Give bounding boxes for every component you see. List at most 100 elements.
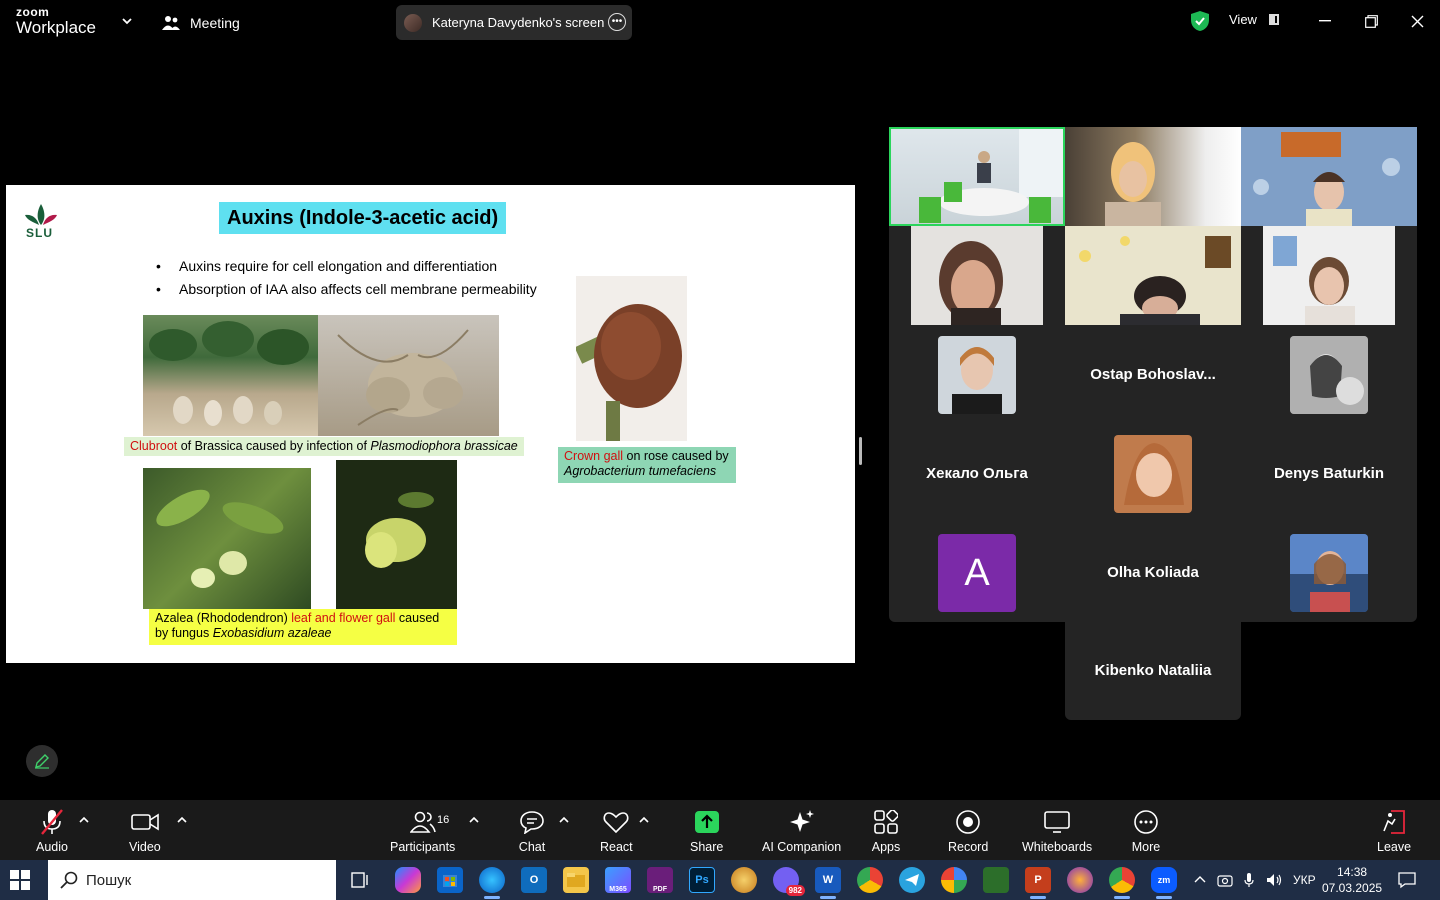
chevron-up-icon[interactable] — [638, 814, 650, 826]
azalea-photo-left — [143, 468, 311, 609]
notification-badge: 982 — [785, 885, 805, 896]
more-label: More — [1131, 840, 1161, 854]
video-tile-active-speaker[interactable] — [889, 127, 1065, 226]
chat-label: Chat — [518, 840, 546, 854]
apps-icon — [874, 810, 898, 834]
participant-tile[interactable]: Ostap Bohoslav... — [1065, 325, 1241, 424]
gall-leaf-illustration — [365, 492, 434, 568]
avatar — [404, 13, 422, 32]
camera-tray-icon[interactable] — [1217, 873, 1233, 887]
video-button[interactable]: Video — [129, 808, 161, 854]
participant-tile[interactable]: Denys Baturkin — [1241, 424, 1417, 523]
more-options-icon[interactable]: ••• — [608, 13, 626, 31]
firefox-icon[interactable] — [1067, 867, 1093, 893]
video-tile[interactable] — [1263, 226, 1395, 325]
chrome-profile-icon[interactable] — [857, 867, 883, 893]
word-icon[interactable]: W — [815, 867, 841, 899]
whiteboards-button[interactable]: Whiteboards — [1022, 808, 1092, 854]
viber-icon[interactable]: 982 — [773, 867, 805, 896]
zoom-app-icon[interactable]: zm — [1151, 867, 1177, 899]
pdf-app-icon[interactable]: PDF — [647, 867, 673, 893]
camera-app-icon[interactable] — [731, 867, 757, 893]
participant-name: Ostap Bohoslav... — [1090, 366, 1216, 383]
windows-start-icon[interactable] — [10, 870, 30, 890]
telegram-icon[interactable] — [899, 867, 925, 893]
meeting-label: Meeting — [190, 15, 240, 31]
chevron-up-icon[interactable] — [78, 814, 90, 826]
chevron-up-icon[interactable] — [176, 814, 188, 826]
video-camera-icon — [131, 813, 159, 831]
screen-share-pill[interactable]: Kateryna Davydenko's screen ••• — [396, 5, 632, 40]
video-tile[interactable] — [1241, 127, 1417, 226]
ai-companion-button[interactable]: AI Companion — [762, 808, 841, 854]
zoom-logo[interactable]: zoom Workplace — [16, 6, 96, 36]
participant-photo[interactable] — [1114, 435, 1192, 513]
m365-copilot-icon[interactable]: M365 — [605, 867, 631, 893]
task-view-icon[interactable] — [348, 867, 374, 893]
ps-label: Ps — [695, 874, 709, 886]
video-tile[interactable] — [1065, 127, 1241, 226]
microphone-icon[interactable] — [1243, 872, 1255, 888]
restore-button[interactable] — [1359, 10, 1383, 32]
record-button[interactable]: Record — [948, 808, 988, 854]
minimize-button[interactable] — [1313, 10, 1337, 32]
leave-button[interactable]: Leave — [1377, 808, 1411, 854]
google-icon[interactable] — [941, 867, 967, 893]
caption-text: Azalea (Rhododendron) — [155, 611, 292, 625]
close-button[interactable] — [1405, 10, 1429, 32]
store-icon[interactable] — [437, 867, 463, 893]
video-tile[interactable] — [1065, 226, 1241, 325]
share-label: Share — [690, 840, 724, 854]
chevron-up-icon[interactable] — [468, 814, 480, 826]
audio-button[interactable]: Audio — [36, 808, 68, 854]
participant-tile[interactable]: Olha Koliada — [1065, 523, 1241, 622]
people-icon — [162, 16, 180, 30]
shield-icon[interactable] — [1190, 10, 1210, 32]
participant-photo[interactable] — [1290, 336, 1368, 414]
notifications-icon[interactable] — [1398, 871, 1416, 889]
participant-tile[interactable]: Хекало Ольга — [889, 424, 1065, 523]
whiteboards-label: Whiteboards — [1022, 840, 1093, 854]
video-tile[interactable] — [911, 226, 1043, 325]
more-button[interactable]: More — [1131, 808, 1161, 854]
apps-button[interactable]: Apps — [871, 808, 901, 854]
outlook-icon[interactable]: O — [521, 867, 547, 893]
copilot-icon[interactable] — [395, 867, 421, 893]
chevron-up-icon[interactable] — [558, 814, 570, 826]
zoom-brand: zoom — [16, 5, 50, 19]
share-screen-icon — [694, 811, 719, 833]
meeting-tab[interactable]: Meeting — [162, 12, 240, 34]
m365-label: M365 — [609, 885, 627, 893]
photoshop-icon[interactable]: Ps — [689, 867, 715, 893]
participant-avatar-letter[interactable]: A — [938, 534, 1016, 612]
participant-photo[interactable] — [1290, 534, 1368, 612]
chevron-down-icon[interactable] — [120, 14, 134, 28]
edge-browser-icon[interactable] — [479, 867, 505, 899]
participant-video — [1079, 236, 1231, 325]
react-button[interactable]: React — [600, 808, 633, 854]
search-placeholder: Пошук — [86, 871, 132, 889]
view-layout-icon — [1268, 14, 1279, 25]
bullet-list: Auxins require for cell elongation and d… — [156, 255, 537, 301]
file-explorer-icon[interactable] — [563, 867, 589, 893]
participant-photo[interactable] — [938, 336, 1016, 414]
chrome-icon[interactable] — [1109, 867, 1135, 899]
record-label: Record — [948, 840, 989, 854]
taskbar-search-input[interactable]: Пошук — [48, 860, 336, 900]
caption-species: Exobasidium azaleae — [212, 626, 332, 640]
chat-button[interactable]: Chat — [517, 808, 547, 854]
split-resize-handle[interactable] — [859, 437, 862, 465]
participant-name: Kibenko Nataliia — [1094, 662, 1212, 679]
language-indicator[interactable]: УКР — [1293, 873, 1316, 887]
chevron-up-icon[interactable] — [1193, 873, 1207, 887]
taskbar-clock[interactable]: 14:38 07.03.2025 — [1322, 864, 1382, 896]
share-button[interactable]: Share — [690, 808, 723, 854]
annotate-button[interactable] — [26, 745, 58, 777]
green-app-icon[interactable] — [983, 867, 1009, 893]
view-button[interactable]: View — [1229, 12, 1279, 27]
participants-icon — [409, 811, 436, 833]
speaker-icon[interactable] — [1265, 872, 1283, 888]
powerpoint-icon[interactable]: P — [1025, 867, 1051, 899]
search-icon — [60, 871, 78, 889]
participant-tile[interactable]: Kibenko Nataliia — [1065, 621, 1241, 720]
